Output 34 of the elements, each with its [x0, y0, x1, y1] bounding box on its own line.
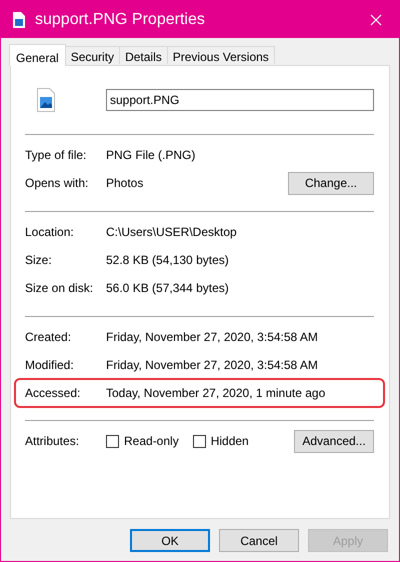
field-label: Opens with:: [25, 176, 90, 190]
field-value: Today, November 27, 2020, 1 minute ago: [106, 386, 326, 400]
checkbox[interactable]: [106, 434, 119, 448]
dialog-button[interactable]: Cancel: [219, 529, 299, 552]
image-file-icon: [13, 12, 25, 28]
advanced-button[interactable]: Advanced...: [294, 430, 374, 452]
field-value: Friday, November 27, 2020, 3:54:58 AM: [106, 358, 319, 372]
tab[interactable]: Previous Versions: [166, 46, 275, 64]
field-value: 56.0 KB (57,344 bytes): [106, 281, 230, 295]
field-value: Photos: [106, 176, 144, 190]
field-label: Accessed:: [25, 386, 82, 400]
field-value: 52.8 KB (54,130 bytes): [106, 253, 230, 267]
field-value: C:\Users\USER\Desktop: [106, 225, 238, 239]
field-label: Location:: [25, 225, 75, 239]
field-label: Size:: [25, 253, 53, 267]
field-value: Friday, November 27, 2020, 3:54:58 AM: [106, 330, 319, 344]
field-label: Type of file:: [25, 148, 88, 162]
tab[interactable]: Security: [64, 46, 120, 64]
checkbox[interactable]: [192, 434, 206, 448]
close-icon: [370, 14, 382, 26]
field-value: PNG File (.PNG): [106, 148, 196, 162]
window-title: support.PNG Properties: [35, 10, 206, 28]
tab[interactable]: Details: [119, 46, 168, 64]
tab[interactable]: General: [9, 44, 66, 66]
field-label: Size on disk:: [25, 281, 94, 295]
file-name-field[interactable]: support.PNG: [106, 89, 374, 111]
field-label: Attributes:: [25, 434, 80, 448]
field-label: Modified:: [25, 358, 75, 372]
change-button[interactable]: Change...: [288, 172, 374, 194]
checkbox-label: Read-only: [124, 434, 179, 448]
checkbox-label: Hidden: [210, 434, 249, 448]
field-label: Created:: [25, 330, 72, 344]
dialog-button[interactable]: OK: [130, 529, 210, 552]
image-file-icon: [37, 88, 55, 112]
